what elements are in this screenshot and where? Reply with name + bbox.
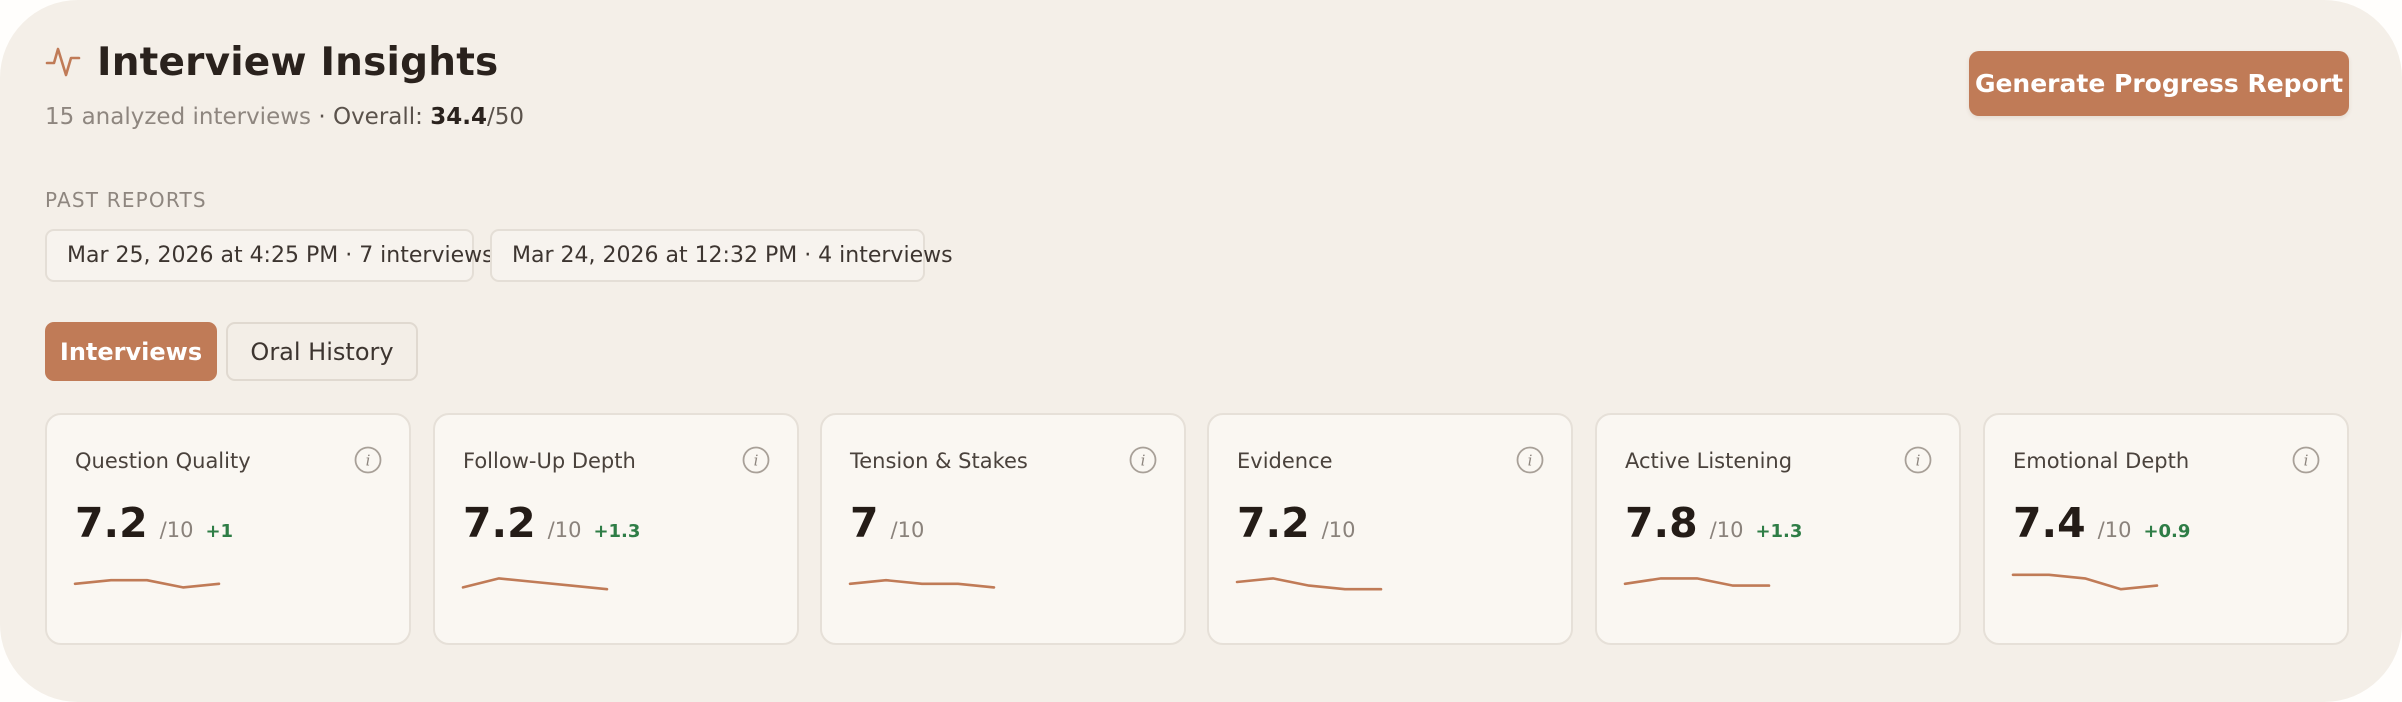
svg-text:i: i xyxy=(1141,452,1146,470)
sparkline-trend-line xyxy=(461,577,609,591)
metric-card-evidence: Evidence i 7.2 /10 xyxy=(1207,413,1573,645)
tab-oral-history[interactable]: Oral History xyxy=(226,322,418,381)
metric-delta: +1.3 xyxy=(1755,521,1803,542)
metric-card-question-quality: Question Quality i 7.2 /10 +1 xyxy=(45,413,411,645)
metric-label: Question Quality xyxy=(75,449,251,473)
metric-value-row: 7 /10 xyxy=(850,499,936,547)
metric-label: Active Listening xyxy=(1625,449,1793,473)
metric-scale: /10 xyxy=(159,518,194,542)
metric-value: 7 xyxy=(850,499,879,547)
metric-delta: +0.9 xyxy=(2143,521,2191,542)
sparkline-trend-line xyxy=(73,578,221,589)
metric-sparkline xyxy=(1623,577,1771,587)
metric-sparkline xyxy=(1235,577,1383,591)
info-icon[interactable]: i xyxy=(1128,445,1158,475)
metric-sparkline xyxy=(461,577,609,591)
metric-delta: +1 xyxy=(205,521,234,542)
metric-label: Tension & Stakes xyxy=(850,449,1028,473)
metric-value: 7.2 xyxy=(1237,499,1310,547)
info-icon[interactable]: i xyxy=(353,445,383,475)
header: Interview Insights 15 analyzed interview… xyxy=(45,36,524,131)
metric-sparkline xyxy=(848,578,996,589)
sparkline-trend-line xyxy=(848,578,996,589)
overall-score: 34.4 xyxy=(430,104,487,130)
metric-value: 7.2 xyxy=(75,499,148,547)
overall-max: /50 xyxy=(486,104,524,130)
tab-interviews[interactable]: Interviews xyxy=(45,322,217,381)
svg-text:i: i xyxy=(2304,452,2309,470)
metric-sparkline xyxy=(2011,573,2159,591)
subtitle-separator: · xyxy=(311,104,333,130)
title-row: Interview Insights xyxy=(45,36,524,88)
svg-text:i: i xyxy=(366,452,371,470)
sparkline-trend-line xyxy=(2011,573,2159,591)
metric-sparkline xyxy=(73,578,221,589)
metric-scale: /10 xyxy=(890,518,925,542)
overall-label: Overall: xyxy=(332,104,431,130)
info-icon[interactable]: i xyxy=(2291,445,2321,475)
metric-label: Follow-Up Depth xyxy=(463,449,636,473)
overall-summary: 15 analyzed interviews · Overall: 34.4/5… xyxy=(45,104,524,130)
past-report-chip[interactable]: Mar 25, 2026 at 4:25 PM · 7 interviews xyxy=(45,229,494,282)
metric-card-follow-up-depth: Follow-Up Depth i 7.2 /10 +1.3 xyxy=(433,413,799,645)
svg-text:i: i xyxy=(754,452,759,470)
metric-value-row: 7.8 /10 +1.3 xyxy=(1625,499,1802,547)
activity-pulse-icon xyxy=(45,44,81,80)
metric-value-row: 7.2 /10 +1.3 xyxy=(463,499,640,547)
sparkline-trend-line xyxy=(1623,577,1771,587)
svg-text:i: i xyxy=(1916,452,1921,470)
info-icon[interactable]: i xyxy=(741,445,771,475)
metric-value-row: 7.2 /10 xyxy=(1237,499,1367,547)
page-title: Interview Insights xyxy=(97,39,499,85)
past-report-chip[interactable]: Mar 24, 2026 at 12:32 PM · 4 interviews xyxy=(490,229,953,282)
metric-scale: /10 xyxy=(1709,518,1744,542)
info-icon[interactable]: i xyxy=(1515,445,1545,475)
metric-value: 7.8 xyxy=(1625,499,1698,547)
info-icon[interactable]: i xyxy=(1903,445,1933,475)
generate-progress-report-button[interactable]: Generate Progress Report xyxy=(1969,51,2349,116)
past-reports-label: PAST REPORTS xyxy=(45,188,207,212)
insights-panel: Interview Insights 15 analyzed interview… xyxy=(0,0,2402,702)
metric-card-tension-stakes: Tension & Stakes i 7 /10 xyxy=(820,413,1186,645)
metric-value: 7.4 xyxy=(2013,499,2086,547)
metric-scale: /10 xyxy=(2097,518,2132,542)
metric-value-row: 7.2 /10 +1 xyxy=(75,499,233,547)
sparkline-trend-line xyxy=(1235,577,1383,591)
metric-value: 7.2 xyxy=(463,499,536,547)
metric-scale: /10 xyxy=(1321,518,1356,542)
svg-text:i: i xyxy=(1528,452,1533,470)
metric-label: Evidence xyxy=(1237,449,1333,473)
metric-label: Emotional Depth xyxy=(2013,449,2190,473)
metric-card-active-listening: Active Listening i 7.8 /10 +1.3 xyxy=(1595,413,1961,645)
metric-card-emotional-depth: Emotional Depth i 7.4 /10 +0.9 xyxy=(1983,413,2349,645)
metric-scale: /10 xyxy=(547,518,582,542)
interview-count: 15 analyzed interviews xyxy=(45,104,312,130)
metric-value-row: 7.4 /10 +0.9 xyxy=(2013,499,2190,547)
metric-delta: +1.3 xyxy=(593,521,641,542)
